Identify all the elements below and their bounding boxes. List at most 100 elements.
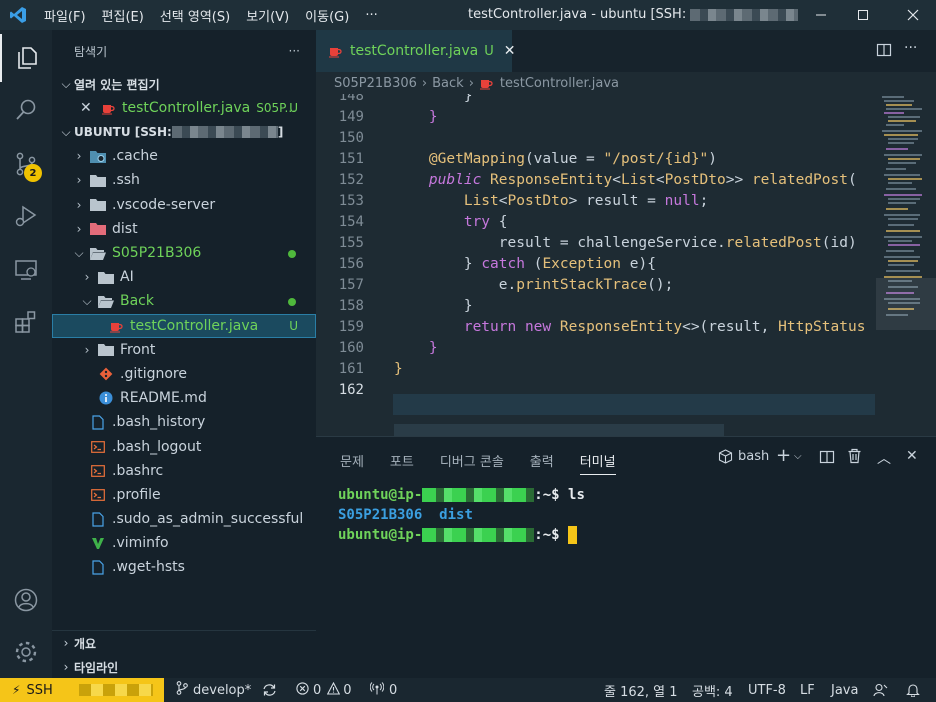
menu-view[interactable]: 보기(V) (238, 6, 297, 25)
terminal-shell-selector[interactable]: bash (718, 449, 769, 464)
search-icon[interactable] (0, 86, 52, 134)
tree-folder-front[interactable]: › Front (52, 338, 316, 362)
new-terminal-plus-icon[interactable]: + (776, 445, 791, 466)
tree-folder-s05p21b306[interactable]: ⌵ S05P21B306 (52, 241, 316, 265)
code-line: public ResponseEntity<List<PostDto>> rel… (394, 172, 857, 188)
tree-file-viminfo[interactable]: .viminfo (52, 531, 316, 555)
tab-terminal[interactable]: 터미널 (579, 445, 616, 475)
git-branch-icon (176, 681, 188, 699)
terminal-line-3: ubuntu@ip-:~$ (338, 526, 578, 544)
manage-gear-icon[interactable] (0, 628, 52, 676)
problems-indicator[interactable]: 0 0 (296, 678, 352, 702)
close-panel-icon[interactable]: ✕ (906, 448, 918, 464)
end-of-line[interactable]: LF (800, 678, 815, 702)
run-debug-icon[interactable] (0, 192, 52, 240)
tab-debug-console[interactable]: 디버그 콘솔 (440, 445, 504, 475)
tab-output[interactable]: 출력 (530, 445, 554, 475)
git-branch[interactable]: develop* (176, 678, 251, 702)
maximize-panel-chevron-up-icon[interactable]: ︿ (877, 448, 891, 468)
tab-close-icon[interactable]: ✕ (504, 43, 516, 59)
accounts-icon[interactable] (0, 576, 52, 624)
explorer-sidebar: 탐색기 ··· ⌵ 열려 있는 편집기 ✕ testController.jav… (52, 30, 316, 678)
close-icon[interactable]: ✕ (80, 100, 94, 116)
tree-folder-ai[interactable]: › AI (52, 265, 316, 289)
breadcrumb-file[interactable]: testController.java (500, 76, 619, 91)
cursor-position[interactable]: 줄 162, 열 1 (604, 678, 678, 702)
tree-file-bash-logout[interactable]: .bash_logout (52, 434, 316, 458)
more-actions-icon[interactable]: ··· (289, 44, 300, 58)
tree-file-profile[interactable]: .profile (52, 483, 316, 507)
workspace-section[interactable]: ⌵ UBUNTU [SSH: ] (52, 120, 316, 144)
chevron-right-icon: › (76, 149, 82, 164)
extensions-icon[interactable] (0, 298, 52, 346)
explorer-icon[interactable] (0, 34, 52, 82)
breadcrumb-project[interactable]: S05P21B306 (334, 76, 417, 91)
tree-folder-back[interactable]: ⌵ Back (52, 289, 316, 313)
horizontal-scrollbar[interactable] (394, 424, 724, 436)
redacted-host (690, 8, 798, 21)
open-editors-section[interactable]: ⌵ 열려 있는 편집기 (52, 72, 316, 96)
tree-file-bash-history[interactable]: .bash_history (52, 410, 316, 434)
chevron-down-icon: ⌵ (61, 76, 71, 91)
tab-ports[interactable]: 포트 (390, 445, 414, 475)
indentation[interactable]: 공백: 4 (692, 678, 733, 702)
line-number: 149 (338, 109, 364, 125)
sync-icon[interactable] (262, 678, 277, 702)
trash-icon[interactable] (847, 448, 862, 468)
chevron-right-icon: › (76, 173, 82, 188)
code-editor[interactable]: 148 } 149 } 150 151 @GetMapping(value = "/p… (316, 94, 936, 436)
menu-file[interactable]: 파일(F) (36, 6, 94, 25)
redacted-ip (422, 488, 535, 502)
tree-folder-dist[interactable]: › dist (52, 217, 316, 241)
feedback-icon[interactable] (873, 678, 888, 702)
language-mode[interactable]: Java (831, 678, 858, 702)
notifications-bell-icon[interactable] (906, 678, 920, 702)
tree-file-wget-hsts[interactable]: .wget-hsts (52, 555, 316, 579)
menu-selection[interactable]: 선택 영역(S) (152, 6, 238, 25)
menu-more[interactable]: ··· (357, 8, 385, 23)
tree-file-sudo-admin[interactable]: .sudo_as_admin_successful (52, 507, 316, 531)
panel-tabs: 문제 포트 디버그 콘솔 출력 터미널 (340, 445, 642, 475)
outline-section[interactable]: › 개요 (52, 631, 316, 655)
tree-folder-ssh[interactable]: › .ssh (52, 168, 316, 192)
source-control-icon[interactable]: 2 (0, 140, 52, 188)
minimap[interactable] (876, 94, 936, 436)
tab-problems[interactable]: 문제 (340, 445, 364, 475)
tree-file-gitignore[interactable]: .gitignore (52, 362, 316, 386)
code-line: List<PostDto> result = null; (394, 193, 709, 209)
tree-folder-vscode-server[interactable]: › .vscode-server (52, 193, 316, 217)
chevron-right-icon: › (76, 221, 82, 236)
maximize-button[interactable] (840, 0, 886, 30)
split-terminal-icon[interactable] (819, 449, 835, 469)
breadcrumb-folder[interactable]: Back (432, 76, 464, 91)
tree-folder-cache[interactable]: › .cache (52, 144, 316, 168)
minimize-button[interactable] (798, 0, 844, 30)
chevron-down-icon[interactable]: ⌵ (794, 451, 802, 462)
split-editor-icon[interactable] (876, 42, 894, 60)
line-number: 150 (338, 130, 364, 146)
close-window-button[interactable] (890, 0, 936, 30)
open-editor-item[interactable]: ✕ testController.java S05P... U (52, 96, 316, 120)
chevron-down-icon: ⌵ (61, 124, 71, 139)
line-number: 148 (338, 94, 364, 104)
tree-file-bashrc[interactable]: .bashrc (52, 459, 316, 483)
remote-indicator[interactable]: ⚡ SSH (0, 678, 164, 702)
file-icon (90, 511, 106, 527)
redacted-host (171, 126, 278, 139)
remote-explorer-icon[interactable] (0, 246, 52, 294)
terminal-file-icon (90, 487, 106, 503)
breadcrumb-separator: › (468, 75, 474, 91)
timeline-section[interactable]: › 타임라인 (52, 655, 316, 678)
menu-go[interactable]: 이동(G) (297, 6, 357, 25)
tree-file-testcontroller[interactable]: testController.java U (52, 313, 316, 338)
tab-testcontroller[interactable]: testController.java U ✕ (316, 30, 516, 72)
menu-edit[interactable]: 편집(E) (94, 6, 152, 25)
editor-more-icon[interactable]: ··· (904, 40, 917, 56)
java-file-icon (108, 318, 124, 334)
folder-icon (90, 197, 106, 213)
encoding[interactable]: UTF-8 (748, 678, 786, 702)
menu-bar: 파일(F) 편집(E) 선택 영역(S) 보기(V) 이동(G) ··· (36, 0, 386, 30)
code-line: } (394, 340, 438, 356)
ports-indicator[interactable]: 0 (369, 678, 397, 702)
tree-file-readme[interactable]: README.md (52, 386, 316, 410)
